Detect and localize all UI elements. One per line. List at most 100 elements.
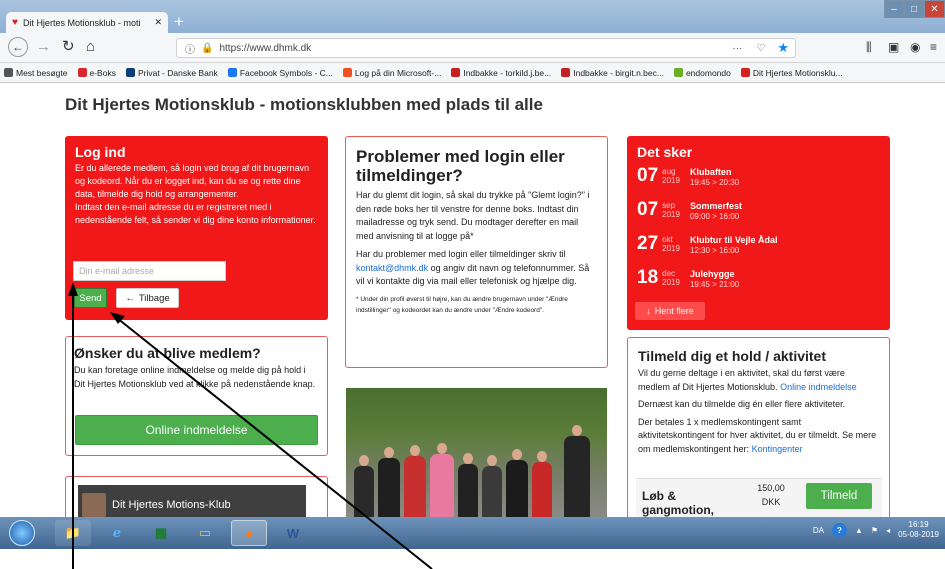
event-name: Klubaften [689,167,732,177]
bookmark-label: Dit Hjertes Motionsklu... [752,67,843,78]
load-more-label: Hent flere [654,306,694,316]
signup-button[interactable]: Tilmeld [806,483,872,509]
bookmark-label: e-Boks [89,67,116,78]
bookmark-item[interactable]: Log på din Microsoft-... [342,68,441,78]
help-icon[interactable]: ? [831,522,847,538]
event-month: okt [662,235,673,244]
bookmark-label: endomondo [685,67,731,78]
excel-taskbar-icon[interactable]: ▦ [143,520,179,546]
event-info: Julehygge 19:45 > 21:00 [690,269,739,290]
bookmarks-bar: Mest besøgte e-Boks Privat - Danske Bank Fa… [0,63,945,83]
reload-icon[interactable]: ↻ [62,38,75,56]
bookmark-item[interactable]: Dit Hjertes Motionsklu... [740,67,843,78]
event-info: Klubtur til Vejle Ådal 12:30 > 16:00 [690,235,778,256]
bookmark-item[interactable]: Mest besøgte [4,68,68,78]
close-window-button[interactable]: ✕ [924,0,945,18]
windows-taskbar: 📁 e ▦ ▭ ● W DA ? ▲ ⚑ ◂ 16:19 05-08-2019 [0,517,945,549]
membership-title: Ønsker du at blive medlem? [74,345,261,361]
minimize-window-button[interactable]: – [884,0,904,18]
new-tab-button[interactable]: + [174,12,184,32]
membership-card: Ønsker du at blive medlem? Du kan foreta… [65,336,328,456]
address-bar[interactable]: ⓘ 🔒 https://www.dhmk.dk ··· ♡ ★ [176,38,796,58]
event-time: 19:45 > 20:30 [689,178,740,187]
clock-date: 05-08-2019 [898,530,939,539]
fees-link[interactable]: Kontingenter [752,444,803,454]
events-card: Det sker 07 aug 2019 Klubaften 19:45 > 20:30… [627,136,890,330]
event-day: 07 [637,199,659,220]
bookmark-item[interactable]: Facebook Symbols - C... [227,68,333,78]
heart-favicon-icon: ♥ [12,17,18,28]
explorer-taskbar-icon[interactable]: 📁 [55,520,91,546]
event-item[interactable]: 27 okt 2019 Klubtur til Vejle Ådal 12:30 > 1… [637,234,777,256]
bookmark-item[interactable]: e-Boks [77,67,116,78]
clock[interactable]: 16:19 05-08-2019 [898,520,939,540]
network-icon[interactable]: ⚑ [871,526,878,535]
bookmark-favicon-icon [227,68,237,77]
start-button[interactable] [9,520,35,546]
event-month: aug [662,167,676,176]
bookmark-item[interactable]: Indbakke - birgit.n.bec... [561,68,664,78]
url-text: https://www.dhmk.dk [219,42,312,54]
web-page: Dit Hjertes Motionsklub - motionsklubben… [0,84,945,517]
pocket-icon[interactable]: ♡ [756,43,765,54]
back-arrow-icon[interactable]: ← [8,37,28,57]
library-icon[interactable]: ⫼ [866,38,872,56]
activity-item-currency: DKK [761,497,781,507]
close-tab-icon[interactable]: ✕ [154,17,162,28]
avatar [82,493,106,517]
forward-arrow-icon[interactable]: → [36,38,51,56]
activity-text-1: Vil du gerne deltage i en aktivitet, ska… [638,367,879,394]
video-thumbnail[interactable]: Dit Hjertes Motions-Klub [78,485,306,517]
bookmark-label: Mest besøgte [16,67,68,78]
back-arrow-icon: ← [125,292,135,304]
info-icon[interactable]: ⓘ [185,41,195,56]
sidebar-icon[interactable]: ▣ [888,38,899,56]
online-signup-link[interactable]: Online indmeldelse [780,382,857,392]
menu-icon[interactable]: ≡ [930,38,937,56]
bookmark-item[interactable]: endomondo [673,67,731,78]
folder-taskbar-icon[interactable]: ▭ [187,520,223,546]
internet-explorer-taskbar-icon[interactable]: e [99,520,135,546]
login-help-note: * Under din profil øverst til højre, kan… [356,295,568,314]
event-date-parts: dec 2019 [662,269,680,287]
browser-tab[interactable]: ♥ Dit Hjertes Motionsklub - moti ✕ [6,12,168,33]
bookmark-label: Indbakke - birgit.n.bec... [573,67,664,78]
event-item[interactable]: 07 aug 2019 Klubaften 19:45 > 20:30 [637,166,739,188]
event-date-parts: sep 2019 [662,201,680,219]
send-button[interactable]: Send [74,288,107,308]
bookmark-item[interactable]: Privat - Danske Bank [125,68,218,78]
event-name: Sommerfest [689,201,742,211]
language-indicator[interactable]: DA [813,526,824,535]
event-year: 2019 [662,210,680,219]
event-item[interactable]: 07 sep 2019 Sommerfest 09:00 > 16:00 [637,200,742,222]
page-actions-icon[interactable]: ··· [732,43,742,54]
word-taskbar-icon[interactable]: W [275,520,311,546]
event-day: 27 [637,233,659,254]
bookmark-item[interactable]: Indbakke - torkild.j.be... [451,68,551,78]
tray-expand-icon[interactable]: ▲ [855,526,863,535]
event-item[interactable]: 18 dec 2019 Julehygge 19:45 > 21:00 [637,268,739,290]
system-tray: DA ? ▲ ⚑ ◂ 16:19 05-08-2019 [813,520,939,540]
event-time: 19:45 > 21:00 [689,280,740,289]
bookmark-favicon-icon [342,68,352,77]
browser-tab-bar: ♥ Dit Hjertes Motionsklub - moti ✕ + – □… [0,0,945,33]
video-title: Dit Hjertes Motions-Klub [112,499,231,511]
home-icon[interactable]: ⌂ [86,38,95,56]
email-input[interactable]: Din e-mail adresse [73,261,226,281]
extension-icon[interactable]: ◉ [910,38,920,56]
maximize-window-button[interactable]: □ [904,0,924,18]
contact-email-link[interactable]: kontakt@dhmk.dk [356,263,428,273]
back-button-label: Tilbage [138,292,170,304]
runners-photo [346,388,607,517]
event-day: 18 [637,267,659,288]
load-more-button[interactable]: ↓ Hent flere [635,302,705,320]
firefox-taskbar-icon[interactable]: ● [231,520,267,546]
login-card: Log ind Er du allerede medlem, så login … [65,136,328,320]
volume-icon[interactable]: ◂ [886,526,890,535]
bottom-margin [0,549,945,569]
bookmark-star-icon[interactable]: ★ [777,40,789,56]
back-button[interactable]: ← Tilbage [116,288,179,308]
bookmark-favicon-icon [77,68,87,77]
bookmark-favicon-icon [561,68,571,77]
online-signup-button[interactable]: Online indmeldelse [75,415,318,445]
